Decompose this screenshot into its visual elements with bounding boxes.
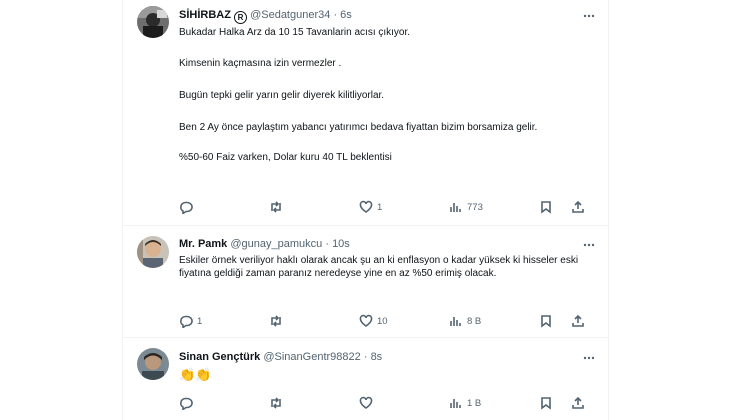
share-icon <box>572 314 584 327</box>
tweet-line: Eskiler örnek veriliyor haklı olarak anc… <box>179 255 579 279</box>
retweet-button[interactable] <box>269 395 287 411</box>
like-button[interactable]: 1 <box>359 199 382 215</box>
more-icon[interactable] <box>582 238 596 252</box>
reply-button[interactable]: 1 <box>179 313 202 329</box>
clap-emoji-text: 👏👏 <box>179 367 212 382</box>
more-icon[interactable] <box>582 9 596 23</box>
like-count: 1 <box>377 201 383 213</box>
views-button[interactable]: 773 <box>449 199 483 215</box>
tweet[interactable]: Sinan Gençtürk @SinanGentr98822 · 8s 👏👏 <box>123 338 608 420</box>
bookmark-button[interactable] <box>539 199 553 215</box>
view-count: 8 B <box>467 315 482 327</box>
reply-icon <box>180 397 193 410</box>
retweet-button[interactable] <box>269 313 287 329</box>
bookmark-button[interactable] <box>539 395 553 411</box>
author-name[interactable]: Sinan Gençtürk <box>179 351 260 363</box>
retweet-icon <box>271 201 281 213</box>
views-button[interactable]: 8 B <box>449 313 481 329</box>
views-button[interactable]: 1 B <box>449 395 481 411</box>
views-icon <box>450 399 461 408</box>
like-button[interactable]: 10 <box>359 313 388 329</box>
like-button[interactable] <box>359 395 377 411</box>
tweet-actions: 1 773 <box>179 199 592 215</box>
reply-icon <box>180 201 193 214</box>
tweet-actions: 1 10 8 B <box>179 313 592 329</box>
avatar[interactable] <box>137 348 169 380</box>
registered-badge-icon: R <box>234 11 248 24</box>
share-button[interactable] <box>571 313 585 329</box>
tweet-line: Kimsenin kaçmasına izin vermezler . <box>179 58 342 69</box>
reply-count: 1 <box>197 315 203 327</box>
author-handle[interactable]: @gunay_pamukcu <box>230 238 322 250</box>
reply-button[interactable] <box>179 199 197 215</box>
view-count: 773 <box>467 201 483 213</box>
bookmark-button[interactable] <box>539 313 553 329</box>
reply-icon <box>180 315 193 328</box>
author-name[interactable]: SİHİRBAZ <box>179 9 231 21</box>
bookmark-icon <box>541 315 551 328</box>
retweet-icon <box>271 397 281 409</box>
separator: · <box>325 238 329 250</box>
bookmark-icon <box>541 397 551 410</box>
timeline-column: SİHİRBAZ R @Sedatguner34 · 6s Bukadar Ha… <box>122 0 609 420</box>
timestamp[interactable]: 10s <box>332 238 350 250</box>
author-handle[interactable]: @Sedatguner34 <box>250 9 330 21</box>
separator: · <box>333 9 338 21</box>
more-icon[interactable] <box>582 351 596 365</box>
tweet-header: Mr. Pamk @gunay_pamukcu · 10s <box>179 238 598 250</box>
retweet-button[interactable] <box>269 199 287 215</box>
author-name[interactable]: Mr. Pamk <box>179 238 227 250</box>
like-icon <box>359 314 373 327</box>
timestamp[interactable]: 6s <box>340 9 352 21</box>
like-count: 10 <box>377 315 388 327</box>
tweet-header: Sinan Gençtürk @SinanGentr98822 · 8s <box>179 351 598 363</box>
avatar[interactable] <box>137 236 169 268</box>
separator: · <box>363 351 368 363</box>
retweet-icon <box>271 315 281 327</box>
tweet-header: SİHİRBAZ R @Sedatguner34 · 6s <box>179 9 598 24</box>
author-handle[interactable]: @SinanGentr98822 <box>263 351 360 363</box>
tweet-actions: 1 B <box>179 395 592 411</box>
share-icon <box>572 200 584 213</box>
views-icon <box>450 203 461 212</box>
tweet-line: Bukadar Halka Arz da 10 15 Tavanlarin ac… <box>179 27 411 38</box>
like-icon <box>359 396 373 409</box>
tweet-text: 👏👏 <box>179 368 588 381</box>
reply-button[interactable] <box>179 395 197 411</box>
tweet-line: %50-60 Faiz varken, Dolar kuru 40 TL bek… <box>179 152 392 163</box>
bookmark-icon <box>541 201 551 214</box>
tweet-text: Bukadar Halka Arz da 10 15 Tavanlarin ac… <box>179 26 588 164</box>
tweet[interactable]: Mr. Pamk @gunay_pamukcu · 10s Eskiler ör… <box>123 226 608 338</box>
view-count: 1 B <box>467 397 482 409</box>
tweet-line: Ben 2 Ay önce paylaştım yabancı yatırımc… <box>179 122 538 133</box>
timestamp[interactable]: 8s <box>371 351 383 363</box>
tweet-line: Bugün tepki gelir yarın gelir diyerek ki… <box>179 90 385 101</box>
tweet[interactable]: SİHİRBAZ R @Sedatguner34 · 6s Bukadar Ha… <box>123 0 608 226</box>
like-icon <box>359 200 373 213</box>
views-icon <box>450 317 461 326</box>
avatar[interactable] <box>137 6 169 38</box>
share-icon <box>572 396 584 409</box>
tweet-text: Eskiler örnek veriliyor haklı olarak anc… <box>179 254 594 280</box>
share-button[interactable] <box>571 199 585 215</box>
share-button[interactable] <box>571 395 585 411</box>
